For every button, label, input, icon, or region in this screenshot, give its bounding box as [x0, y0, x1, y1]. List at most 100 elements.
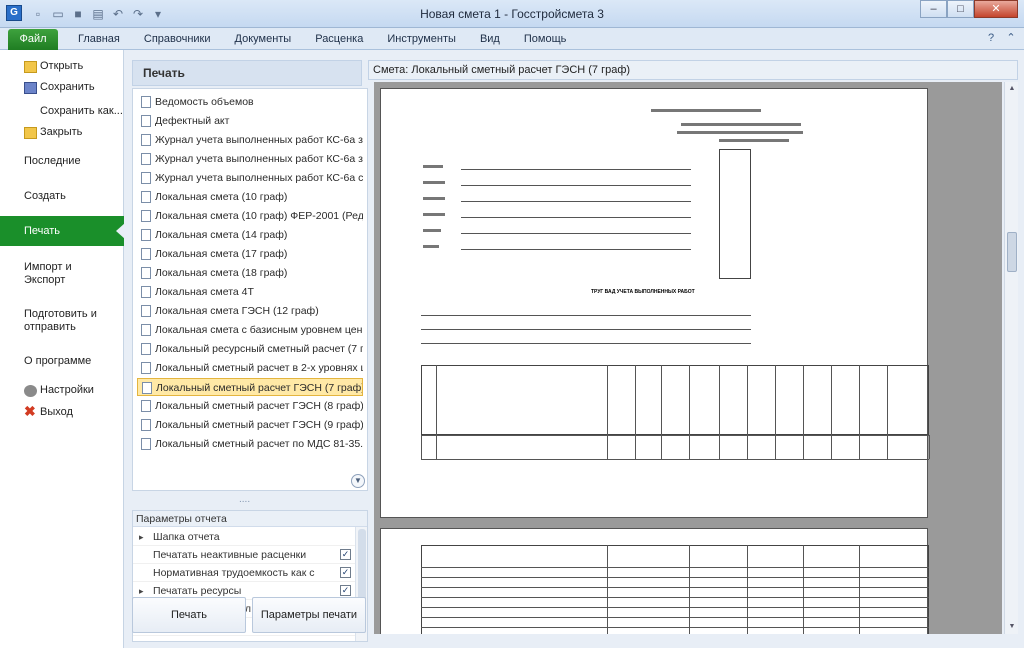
report-list-item[interactable]: Локальная смета (14 граф) [137, 226, 363, 244]
param-checkbox[interactable]: ✓ [340, 585, 351, 596]
report-list-item[interactable]: Локальная смета (17 граф) [137, 245, 363, 263]
report-list-item[interactable]: Локальный ресурсный сметный расчет (7 гр… [137, 340, 363, 358]
report-list-item[interactable]: Локальный сметный расчет по МДС 81-35.20… [137, 435, 363, 453]
list-scroll-down-icon[interactable]: ▼ [351, 474, 365, 488]
report-param-row[interactable]: Печатать неактивные расценки ✓ [133, 546, 355, 564]
report-list-item-label: Ведомость объемов [155, 96, 254, 108]
document-icon [141, 362, 151, 374]
expand-arrow-icon[interactable]: ▸ [139, 528, 144, 546]
report-list-item[interactable]: Локальный сметный расчет ГЭСН (9 граф) [137, 416, 363, 434]
tab-documents[interactable]: Документы [223, 32, 304, 46]
page-col-line [689, 365, 690, 459]
page-field-label [423, 245, 439, 248]
page-field-label [423, 197, 445, 200]
window-controls: – □ ✕ [920, 0, 1018, 18]
report-list-item[interactable]: Локальная смета (10 граф) ФЕР-2001 (Ред.… [137, 207, 363, 225]
preview-page-1: ТРУГ ВАД УЧЕТА ВЫПОЛНЕННЫХ РАБОТ [380, 88, 930, 518]
nav-recent[interactable]: Последние [0, 155, 124, 167]
minimize-button[interactable]: – [920, 0, 947, 18]
nav-close[interactable]: Закрыть [0, 126, 124, 138]
tab-home[interactable]: Главная [66, 32, 132, 46]
document-icon [141, 305, 151, 317]
document-icon [141, 267, 151, 279]
preview-scrollbar[interactable]: ▲ ▼ [1004, 82, 1018, 634]
report-list-item[interactable]: Локальная смета (18 граф) [137, 264, 363, 282]
page-col-line [803, 545, 804, 634]
tab-references[interactable]: Справочники [132, 32, 223, 46]
report-list-item[interactable]: Локальный сметный расчет ГЭСН (8 граф) [137, 397, 363, 415]
page-row-line [421, 617, 929, 618]
scroll-down-icon[interactable]: ▼ [1005, 620, 1019, 634]
scroll-up-icon[interactable]: ▲ [1005, 82, 1019, 96]
tab-pricing[interactable]: Расценка [303, 32, 375, 46]
report-list-item-label: Локальная смета с базисным уровнем цен [155, 324, 363, 336]
report-list-item-label: Локальная смета (10 граф) [155, 191, 288, 203]
ribbon-collapse-icon[interactable]: ⌃ [1004, 31, 1018, 45]
nav-prepare-line1[interactable]: Подготовить и [0, 308, 124, 320]
report-list[interactable]: Локальный сметный расчет по МДС 81-35.20… [132, 88, 368, 491]
help-icon[interactable]: ? [984, 31, 998, 45]
tab-view[interactable]: Вид [468, 32, 512, 46]
tab-file[interactable]: Файл [8, 29, 58, 50]
report-list-item[interactable]: Дефектный акт [137, 112, 363, 130]
preview-area[interactable]: ТРУГ ВАД УЧЕТА ВЫПОЛНЕННЫХ РАБОТ [374, 82, 1002, 634]
print-button[interactable]: Печать [132, 597, 246, 633]
page-header-text [677, 131, 803, 134]
nav-exit[interactable]: Выход [0, 406, 124, 418]
nav-print[interactable]: Печать [0, 216, 125, 246]
param-checkbox[interactable]: ✓ [340, 567, 351, 578]
report-param-row[interactable]: Нормативная трудоемкость как с ✓ [133, 564, 355, 582]
document-icon [141, 438, 151, 450]
param-checkbox[interactable]: ✓ [340, 549, 351, 560]
report-list-item[interactable]: Локальный сметный расчет в 2-х уровнях ц… [137, 359, 363, 377]
page-col-line [775, 365, 776, 459]
report-param-label: Шапка отчета [153, 531, 220, 543]
close-button[interactable]: ✕ [974, 0, 1018, 18]
nav-save-as[interactable]: Сохранить как... [0, 105, 124, 117]
page-field-label [423, 229, 441, 232]
report-list-item[interactable]: Журнал учета выполненных работ КС-6а с н… [137, 169, 363, 187]
page-col-line [607, 365, 608, 459]
page-line [461, 249, 691, 250]
form-code-box [719, 149, 751, 279]
report-list-item[interactable]: Журнал учета выполненных работ КС-6а за … [137, 131, 363, 149]
page-line [461, 201, 691, 202]
panel-splitter[interactable]: .... [239, 494, 250, 505]
print-settings-button[interactable]: Параметры печати [252, 597, 366, 633]
scroll-thumb[interactable] [1007, 232, 1017, 272]
report-list-item[interactable]: Локальная смета 4Т [137, 283, 363, 301]
maximize-button[interactable]: □ [947, 0, 974, 18]
page-line [461, 217, 691, 218]
nav-open[interactable]: Открыть [0, 60, 124, 72]
nav-import-export-line1[interactable]: Импорт и [0, 261, 124, 273]
report-param-label: Нормативная трудоемкость как с [153, 567, 315, 579]
tab-help[interactable]: Помощь [512, 32, 579, 46]
report-list-item[interactable]: Локальный сметный расчет ГЭСН (7 граф) [137, 378, 363, 396]
page-col-line [747, 365, 748, 459]
page-header-text [681, 123, 801, 126]
report-param-label: Печатать неактивные расценки [153, 549, 307, 561]
report-list-item[interactable]: Локальная смета (10 граф) [137, 188, 363, 206]
report-list-item-label: Локальный ресурсный сметный расчет (7 гр… [155, 343, 363, 355]
report-list-item-label: Локальная смета 4Т [155, 286, 254, 298]
report-list-item[interactable]: Ведомость объемов [137, 93, 363, 111]
page-row-line [421, 587, 929, 588]
nav-settings[interactable]: Настройки [0, 384, 124, 396]
report-param-row[interactable]: ▸ Шапка отчета [133, 528, 355, 546]
page-col-line [887, 365, 888, 459]
page-table-header [421, 365, 929, 435]
report-list-item-label: Дефектный акт [155, 115, 230, 127]
tab-tools[interactable]: Инструменты [375, 32, 468, 46]
nav-about[interactable]: О программе [0, 355, 124, 367]
nav-import-export-line2[interactable]: Экспорт [0, 274, 124, 286]
document-icon [141, 191, 151, 203]
report-list-item[interactable]: Журнал учета выполненных работ КС-6а за … [137, 150, 363, 168]
nav-prepare-line2[interactable]: отправить [0, 321, 124, 333]
report-list-item[interactable]: Локальная смета с базисным уровнем цен [137, 321, 363, 339]
nav-create[interactable]: Создать [0, 190, 124, 202]
page-col-line [607, 545, 608, 634]
nav-save[interactable]: Сохранить [0, 81, 124, 93]
report-list-item-label: Локальная смета (17 граф) [155, 248, 288, 260]
report-list-item[interactable]: Локальная смета ГЭСН (12 граф) [137, 302, 363, 320]
report-list-item-label: Локальная смета (10 граф) ФЕР-2001 (Ред.… [155, 210, 363, 222]
